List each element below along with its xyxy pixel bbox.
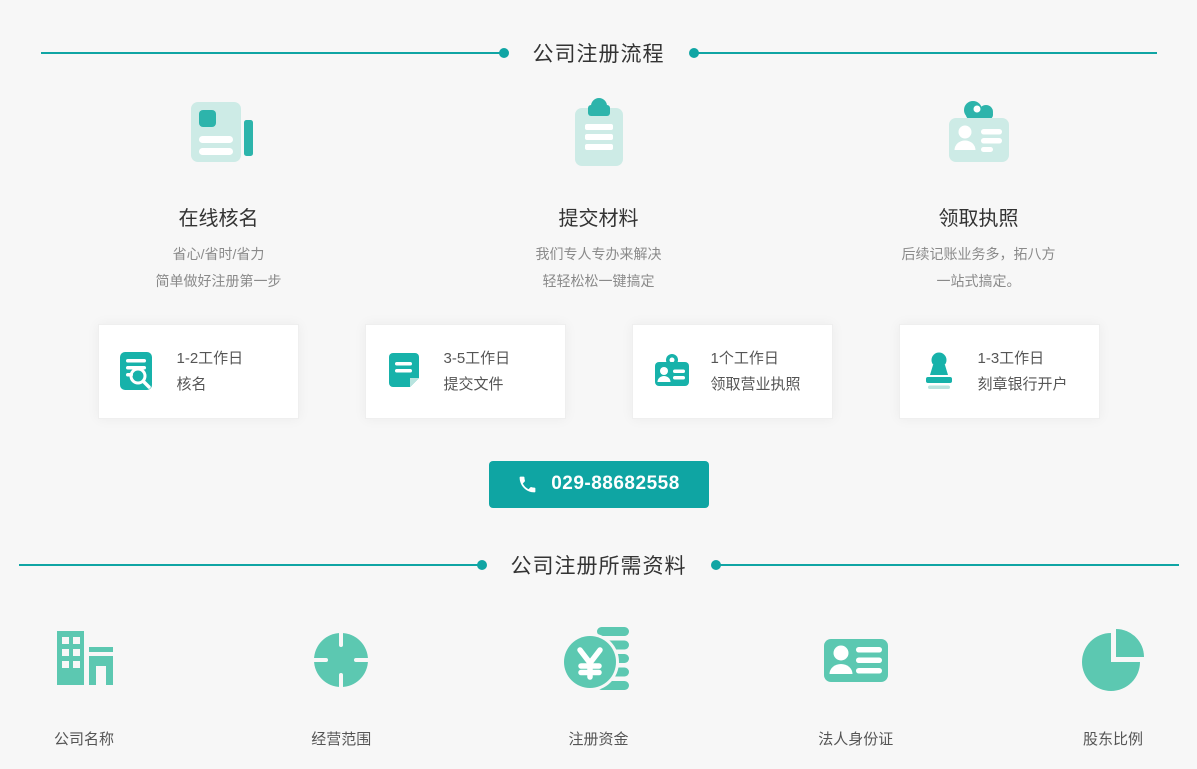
card-submit-file: 3-5工作日 提交文件 [365, 324, 566, 419]
document-verify-icon [181, 96, 257, 184]
material-business-scope: 经营范围 [279, 614, 403, 749]
clipboard-icon [561, 96, 637, 184]
materials-list: 公司名称 经营范围 [22, 614, 1175, 749]
step-receive-license: 领取执照 后续记账业务多，拓八方 一站式搞定。 [789, 96, 1169, 296]
divider-dot [477, 560, 487, 570]
name-check-icon [116, 349, 160, 393]
card-name-check: 1-2工作日 核名 [98, 324, 299, 419]
divider-line-right [691, 52, 1157, 54]
divider-dot [689, 48, 699, 58]
card-label: 领取营业执照 [711, 377, 801, 392]
phone-call-button[interactable]: 029-88682558 [489, 461, 709, 508]
card-label: 核名 [177, 377, 244, 392]
step-description: 省心/省时/省力 简单做好注册第一步 [156, 241, 282, 296]
material-registered-capital: 注册资金 [537, 614, 661, 749]
material-company-name: 公司名称 [22, 614, 146, 749]
step-description: 后续记账业务多，拓八方 一站式搞定。 [902, 241, 1056, 296]
flow-section-header: 公司注册流程 [0, 0, 1197, 68]
card-duration: 3-5工作日 [444, 351, 511, 366]
materials-section-header: 公司注册所需资料 [0, 550, 1197, 580]
card-duration: 1个工作日 [711, 351, 801, 366]
material-label: 股东比例 [1083, 728, 1143, 749]
material-label: 经营范围 [311, 728, 371, 749]
registration-steps: 在线核名 省心/省时/省力 简单做好注册第一步 提交材料 我们专人专办来解决 轻… [29, 96, 1169, 296]
step-description: 我们专人专办来解决 轻轻松松一键搞定 [536, 241, 662, 296]
license-card-icon [941, 96, 1017, 184]
submit-file-icon [383, 349, 427, 393]
divider-line-left [41, 52, 507, 54]
materials-section-title: 公司注册所需资料 [511, 550, 687, 580]
material-legal-person-id: 法人身份证 [794, 614, 918, 749]
divider-dot [499, 48, 509, 58]
step-title: 提交材料 [559, 202, 639, 231]
card-stamp-bank: 1-3工作日 刻章银行开户 [899, 324, 1100, 419]
divider-dot [711, 560, 721, 570]
company-building-icon [48, 614, 120, 706]
card-duration: 1-2工作日 [177, 351, 244, 366]
stamp-icon [917, 349, 961, 393]
divider-line-left [19, 564, 485, 566]
step-title: 领取执照 [939, 202, 1019, 231]
id-card-icon [820, 614, 892, 706]
card-label: 提交文件 [444, 377, 511, 392]
flow-section-title: 公司注册流程 [533, 38, 665, 68]
shareholder-pie-icon [1077, 614, 1149, 706]
timeline-cards: 1-2工作日 核名 3-5工作日 提交文件 [0, 324, 1197, 419]
business-scope-icon [305, 614, 377, 706]
phone-icon [517, 474, 538, 495]
material-label: 公司名称 [54, 728, 114, 749]
material-label: 法人身份证 [818, 728, 893, 749]
card-duration: 1-3工作日 [978, 351, 1068, 366]
material-label: 注册资金 [568, 728, 628, 749]
card-business-license: 1个工作日 领取营业执照 [632, 324, 833, 419]
step-submit-materials: 提交材料 我们专人专办来解决 轻轻松松一键搞定 [409, 96, 789, 296]
step-title: 在线核名 [179, 202, 259, 231]
step-online-name-check: 在线核名 省心/省时/省力 简单做好注册第一步 [29, 96, 409, 296]
registered-capital-icon [563, 614, 635, 706]
material-shareholder-ratio: 股东比例 [1051, 614, 1175, 749]
business-license-icon [650, 349, 694, 393]
card-label: 刻章银行开户 [978, 377, 1068, 392]
phone-number: 029-88682558 [551, 473, 680, 495]
divider-line-right [713, 564, 1179, 566]
